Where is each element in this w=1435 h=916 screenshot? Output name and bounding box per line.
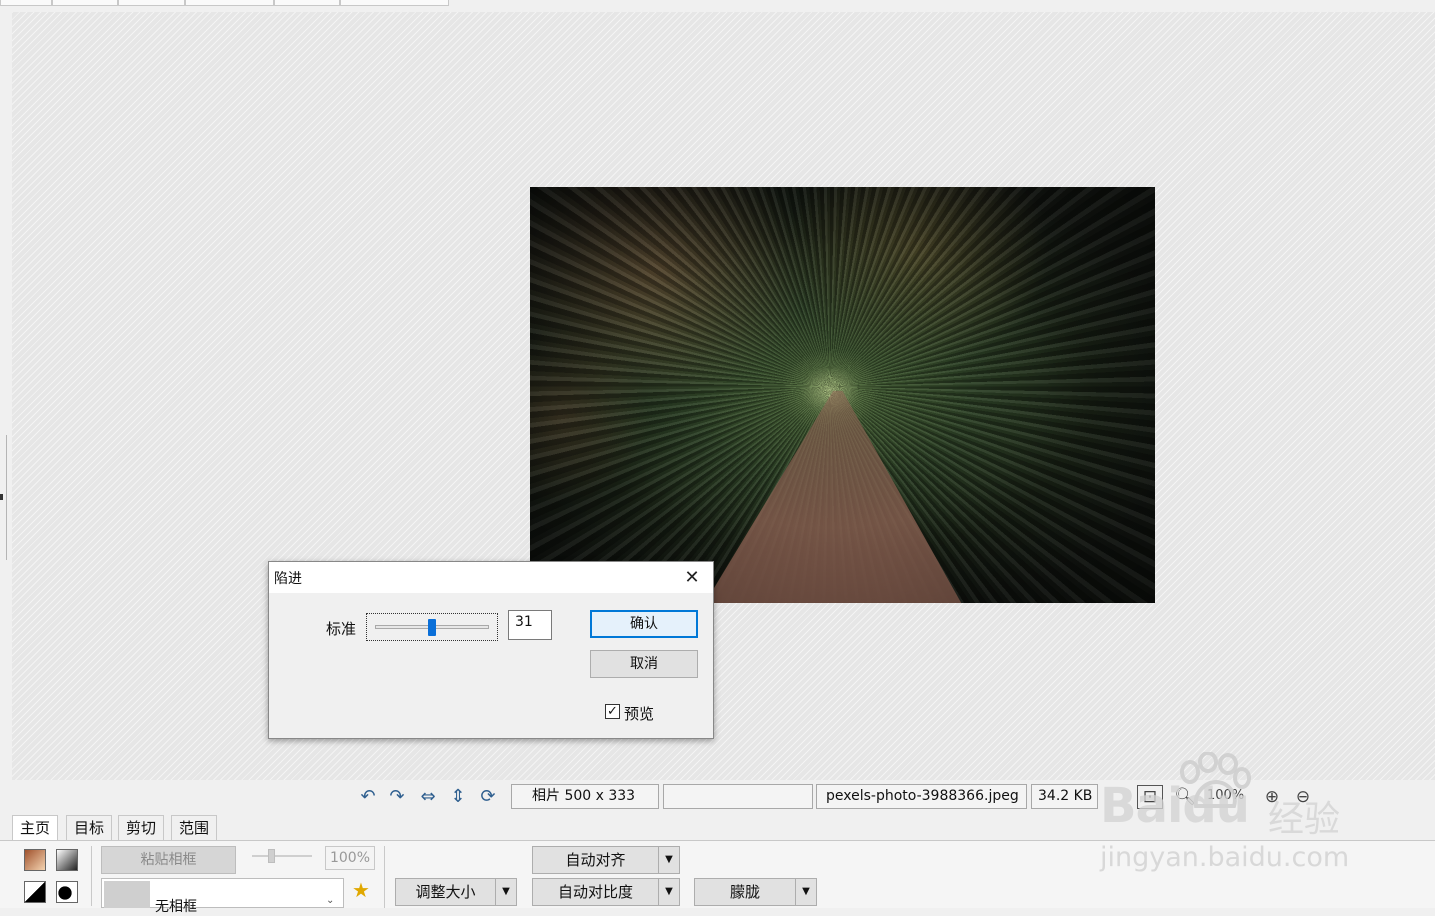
opacity-slider-track	[252, 855, 312, 857]
preview-label[interactable]: 预览	[624, 703, 654, 724]
auto-align-button[interactable]: 自动对齐	[532, 846, 659, 874]
tab-home[interactable]: 主页	[12, 815, 59, 841]
redo-icon[interactable]: ↷	[385, 784, 409, 810]
chevron-down-icon[interactable]: ⌄	[326, 895, 334, 906]
image-info-field: 相片 500 x 333	[511, 784, 659, 809]
side-panel-grip-icon	[0, 494, 3, 500]
opacity-input[interactable]: 100%	[325, 846, 375, 870]
ok-button[interactable]: 确认	[590, 610, 698, 638]
tab-crop[interactable]: 剪切	[118, 815, 165, 840]
frame-select-value: 无相框	[155, 899, 197, 915]
blur-button[interactable]: 朦胧	[694, 878, 796, 906]
rotate-icon[interactable]: ⟳	[476, 784, 500, 810]
photo-preview	[530, 187, 1155, 603]
auto-contrast-dropdown-arrow[interactable]: ▼	[658, 878, 680, 906]
ribbon-separator	[91, 846, 92, 906]
strength-value-input[interactable]: 31	[508, 610, 552, 640]
resize-button[interactable]: 调整大小	[395, 878, 496, 906]
baidu-watermark: Baidu	[1100, 778, 1250, 834]
jingyan-watermark: 经验	[1268, 799, 1341, 840]
filename-field: pexels-photo-3988366.jpeg	[816, 784, 1027, 809]
circle-mask-tool-icon[interactable]	[56, 881, 78, 903]
top-tab[interactable]	[118, 0, 185, 6]
top-tab[interactable]	[340, 0, 449, 6]
status-empty-field	[663, 784, 813, 809]
preview-checkbox[interactable]: ✓	[605, 704, 620, 719]
watermark-url: jingyan.baidu.com	[1100, 842, 1350, 873]
grayscale-tool-icon[interactable]	[56, 849, 78, 871]
top-tab[interactable]	[52, 0, 118, 6]
slider-label: 标准	[326, 620, 357, 638]
tab-target[interactable]: 目标	[66, 815, 113, 840]
filesize-field: 34.2 KB	[1031, 784, 1098, 809]
sepia-tool-icon[interactable]	[24, 849, 46, 871]
ribbon-separator	[384, 846, 385, 908]
dialog-title: 陷进	[274, 571, 302, 587]
blur-dropdown-arrow[interactable]: ▼	[795, 878, 817, 906]
close-icon[interactable]: ✕	[677, 564, 707, 591]
top-tab[interactable]	[185, 0, 274, 6]
paste-frame-button[interactable]: 粘贴相框	[101, 846, 236, 874]
invert-tool-icon[interactable]	[24, 881, 46, 903]
dialog-titlebar[interactable]	[269, 562, 713, 593]
fit-height-icon[interactable]: ⇕	[446, 784, 470, 810]
fit-width-icon[interactable]: ⇔	[416, 784, 440, 810]
top-tab[interactable]	[0, 0, 52, 6]
star-icon[interactable]: ★	[352, 878, 370, 902]
auto-align-dropdown-arrow[interactable]: ▼	[658, 846, 680, 874]
frame-thumbnail	[104, 881, 150, 908]
top-tab[interactable]	[274, 0, 340, 6]
resize-dropdown-arrow[interactable]: ▼	[495, 878, 517, 906]
auto-contrast-button[interactable]: 自动对比度	[532, 878, 659, 906]
cancel-button[interactable]: 取消	[590, 650, 698, 678]
tab-range[interactable]: 范围	[171, 815, 218, 840]
slider-thumb[interactable]	[428, 619, 436, 636]
strength-slider[interactable]	[366, 613, 498, 641]
opacity-slider-thumb[interactable]	[268, 849, 275, 863]
filter-dialog: 陷进 ✕ 标准 31 确认 取消 ✓ 预览	[268, 561, 714, 739]
undo-icon[interactable]: ↶	[356, 784, 380, 810]
